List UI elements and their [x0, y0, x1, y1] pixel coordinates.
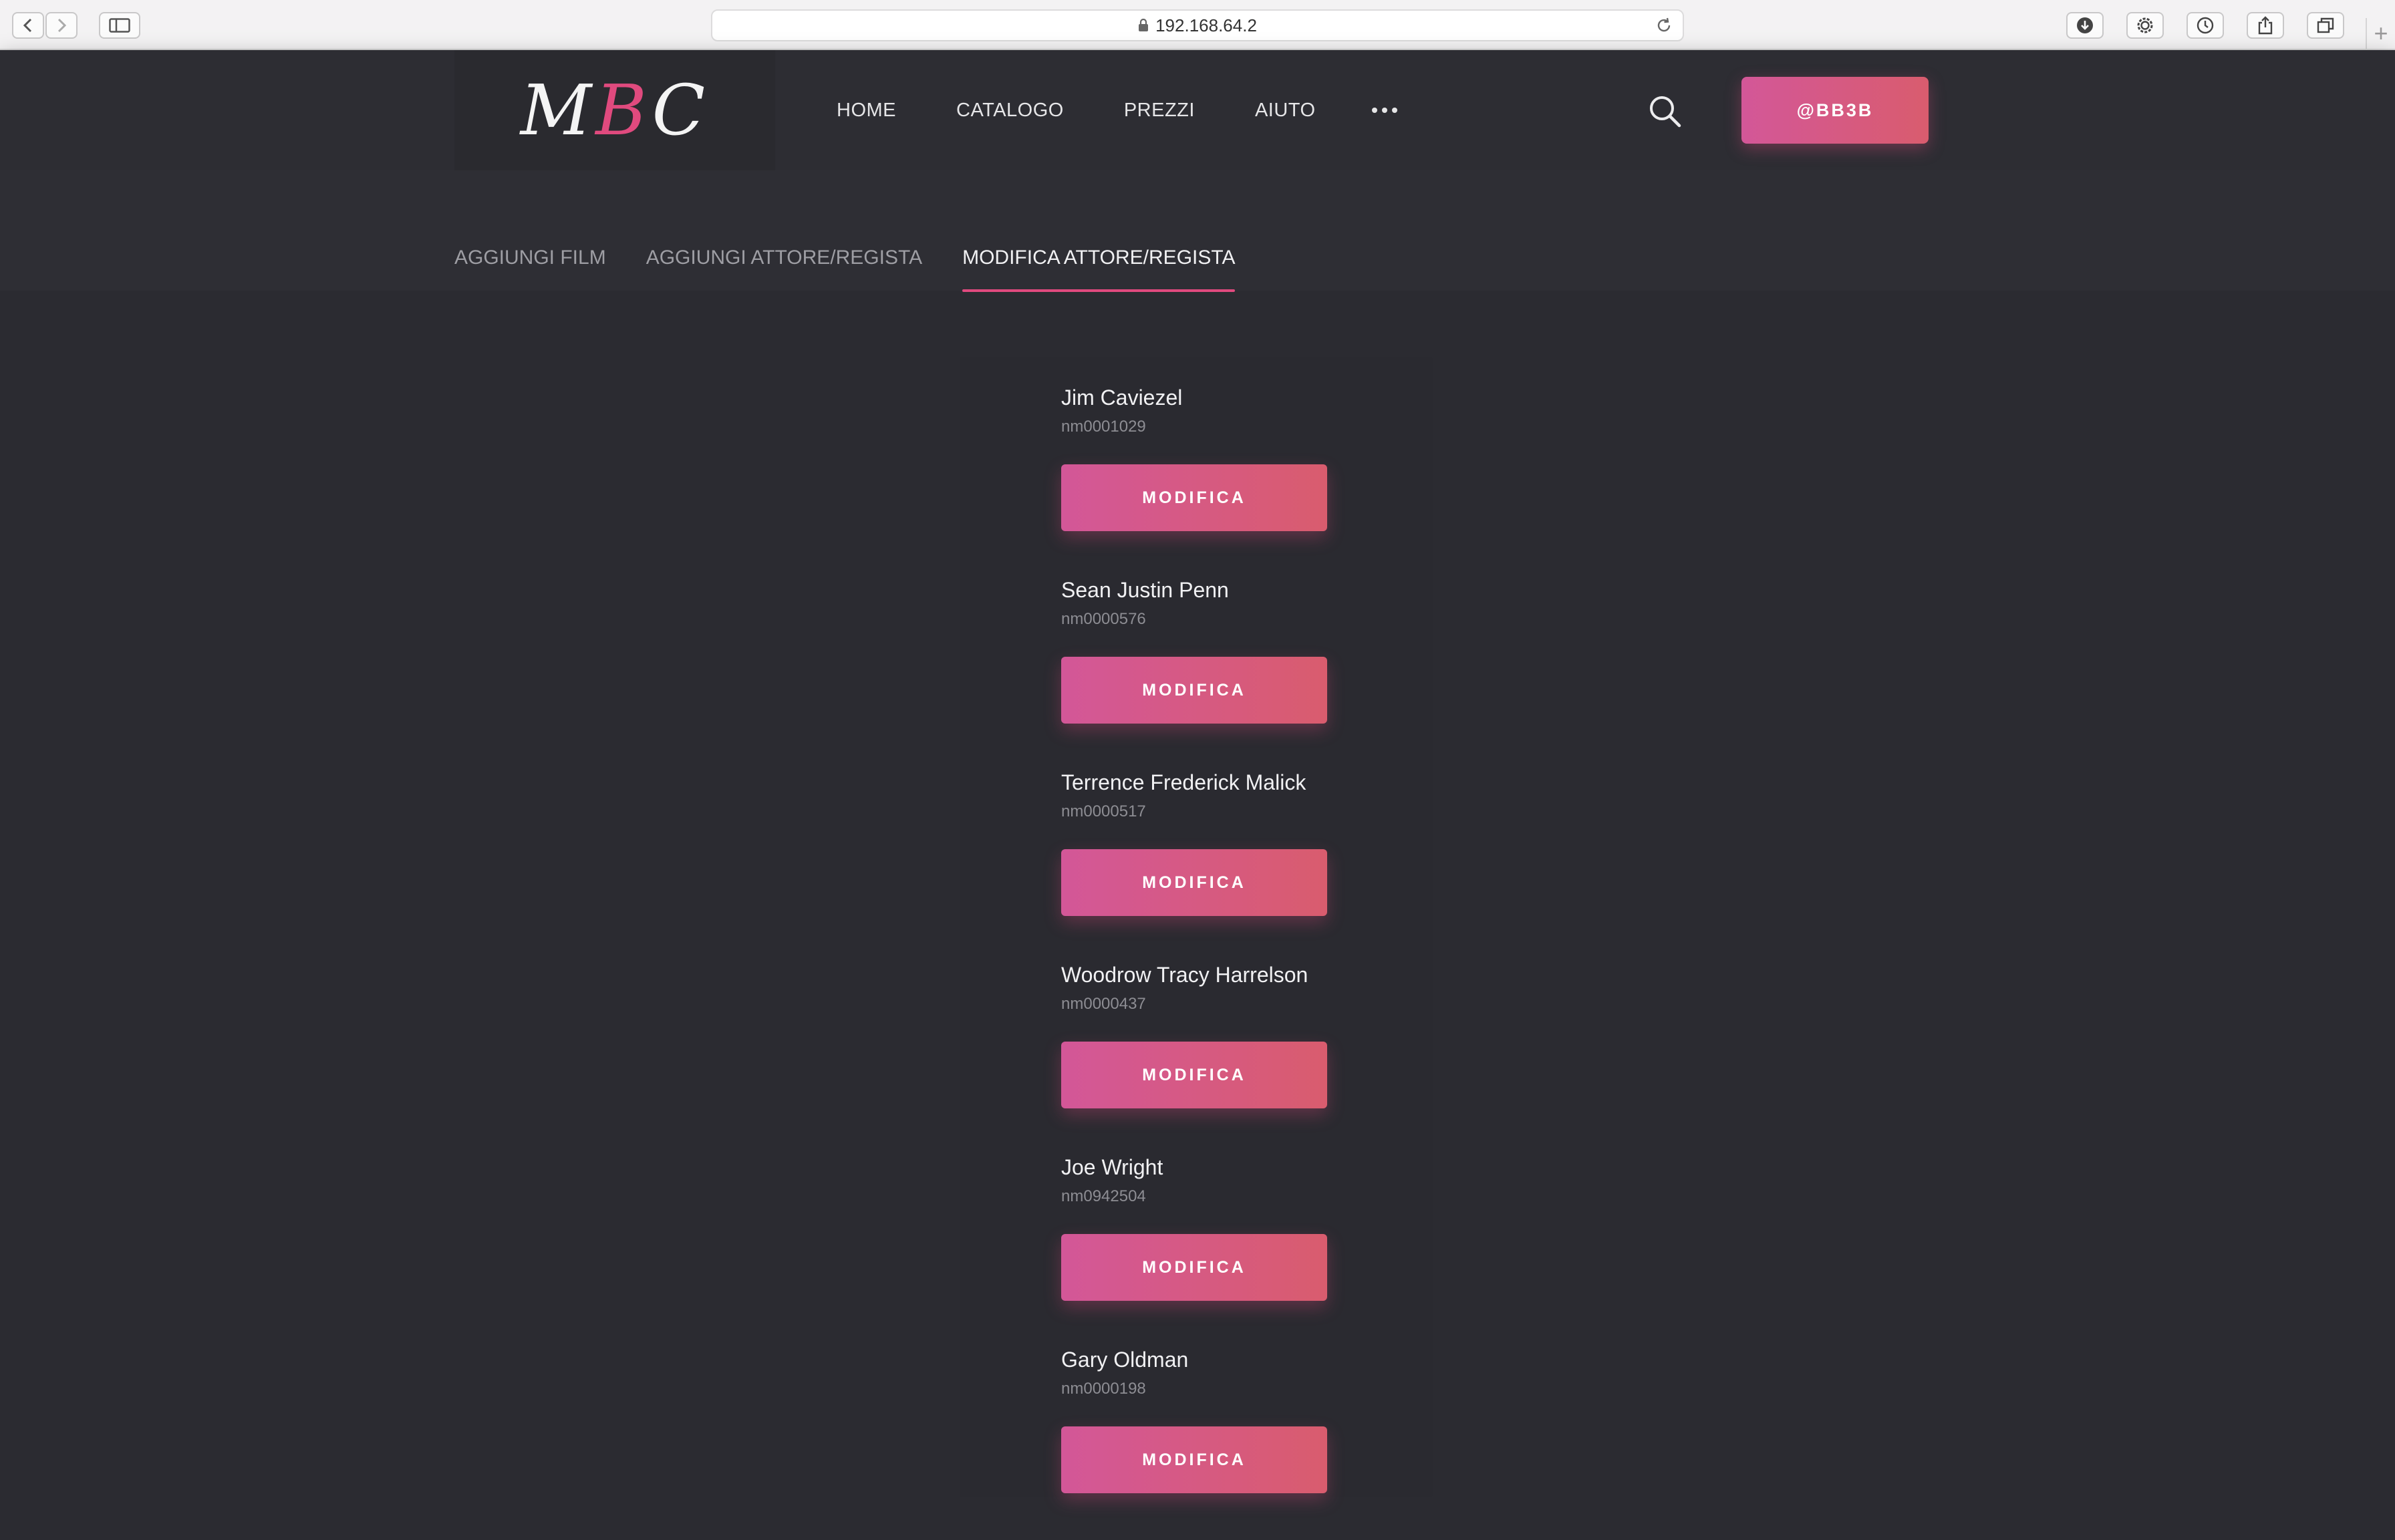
person-name: Woodrow Tracy Harrelson: [1061, 963, 1308, 987]
url-text: 192.168.64.2: [1155, 15, 1257, 35]
person-id: nm0001029: [1061, 418, 1146, 436]
forward-icon: [57, 18, 67, 33]
main-nav: HOME CATALOGO PREZZI AIUTO: [837, 50, 1397, 170]
search-icon[interactable]: [1645, 92, 1685, 132]
nav-prezzi[interactable]: PREZZI: [1124, 100, 1195, 122]
reload-icon[interactable]: [1655, 16, 1673, 35]
list-item: Gary Oldman nm0000198 MODIFICA: [1061, 1348, 1342, 1540]
new-tab-button[interactable]: +: [2366, 18, 2395, 49]
nav-catalogo[interactable]: CATALOGO: [956, 100, 1064, 122]
sidebar-toggle-button[interactable]: [99, 12, 140, 39]
list-item: Joe Wright nm0942504 MODIFICA: [1061, 1155, 1342, 1348]
nav-aiuto[interactable]: AIUTO: [1255, 100, 1316, 122]
nav-home[interactable]: HOME: [837, 100, 896, 122]
user-account-button[interactable]: @BB3B: [1741, 77, 1929, 144]
modifica-button[interactable]: MODIFICA: [1061, 657, 1327, 724]
person-name: Jim Caviezel: [1061, 386, 1183, 410]
person-id: nm0000198: [1061, 1380, 1146, 1398]
history-icon: [2197, 17, 2214, 34]
settings-button[interactable]: [2126, 12, 2164, 39]
person-list-panel: Jim Caviezel nm0001029 MODIFICA Sean Jus…: [960, 357, 1433, 1497]
tab-modifica-attore-regista[interactable]: MODIFICA ATTORE/REGISTA: [962, 247, 1236, 292]
forward-button[interactable]: [45, 12, 78, 39]
person-list: Jim Caviezel nm0001029 MODIFICA Sean Jus…: [1061, 386, 1342, 1540]
plus-icon: +: [2374, 19, 2388, 47]
share-icon: [2258, 16, 2273, 35]
back-button[interactable]: [12, 12, 44, 39]
lock-icon: [1139, 19, 1149, 31]
person-name: Sean Justin Penn: [1061, 578, 1229, 602]
logo-text: MBC: [520, 69, 710, 151]
modifica-button[interactable]: MODIFICA: [1061, 1234, 1327, 1301]
modifica-button[interactable]: MODIFICA: [1061, 1426, 1327, 1493]
site-header: MBC HOME CATALOGO PREZZI AIUTO @BB3B: [0, 50, 2395, 170]
person-name: Joe Wright: [1061, 1155, 1163, 1179]
person-name: Gary Oldman: [1061, 1348, 1189, 1372]
tab-aggiungi-attore-regista[interactable]: AGGIUNGI ATTORE/REGISTA: [646, 247, 922, 291]
address-bar[interactable]: 192.168.64.2: [711, 9, 1684, 41]
downloads-button[interactable]: [2066, 12, 2104, 39]
tabs-icon: [2317, 17, 2334, 33]
tab-aggiungi-film[interactable]: AGGIUNGI FILM: [454, 247, 606, 291]
history-button[interactable]: [2187, 12, 2224, 39]
browser-toolbar: 192.168.64.2 +: [0, 0, 2395, 50]
download-icon: [2077, 17, 2093, 33]
more-dots-icon[interactable]: [1371, 108, 1397, 113]
settings-icon: [2137, 17, 2153, 33]
subtabs: AGGIUNGI FILM AGGIUNGI ATTORE/REGISTA MO…: [454, 170, 1275, 292]
person-name: Terrence Frederick Malick: [1061, 770, 1306, 794]
person-id: nm0000437: [1061, 995, 1146, 1013]
person-id: nm0942504: [1061, 1187, 1146, 1205]
logo[interactable]: MBC: [454, 50, 775, 170]
tabs-overview-button[interactable]: [2307, 12, 2344, 39]
list-item: Sean Justin Penn nm0000576 MODIFICA: [1061, 578, 1342, 770]
list-item: Woodrow Tracy Harrelson nm0000437 MODIFI…: [1061, 963, 1342, 1155]
subtabs-bar: AGGIUNGI FILM AGGIUNGI ATTORE/REGISTA MO…: [0, 170, 2395, 292]
modifica-button[interactable]: MODIFICA: [1061, 464, 1327, 531]
back-icon: [23, 18, 32, 33]
list-item: Jim Caviezel nm0001029 MODIFICA: [1061, 386, 1342, 578]
sidebar-icon: [109, 18, 130, 33]
share-button[interactable]: [2247, 12, 2284, 39]
person-id: nm0000576: [1061, 610, 1146, 628]
modifica-button[interactable]: MODIFICA: [1061, 849, 1327, 916]
person-id: nm0000517: [1061, 802, 1146, 820]
modifica-button[interactable]: MODIFICA: [1061, 1042, 1327, 1108]
list-item: Terrence Frederick Malick nm0000517 MODI…: [1061, 770, 1342, 963]
